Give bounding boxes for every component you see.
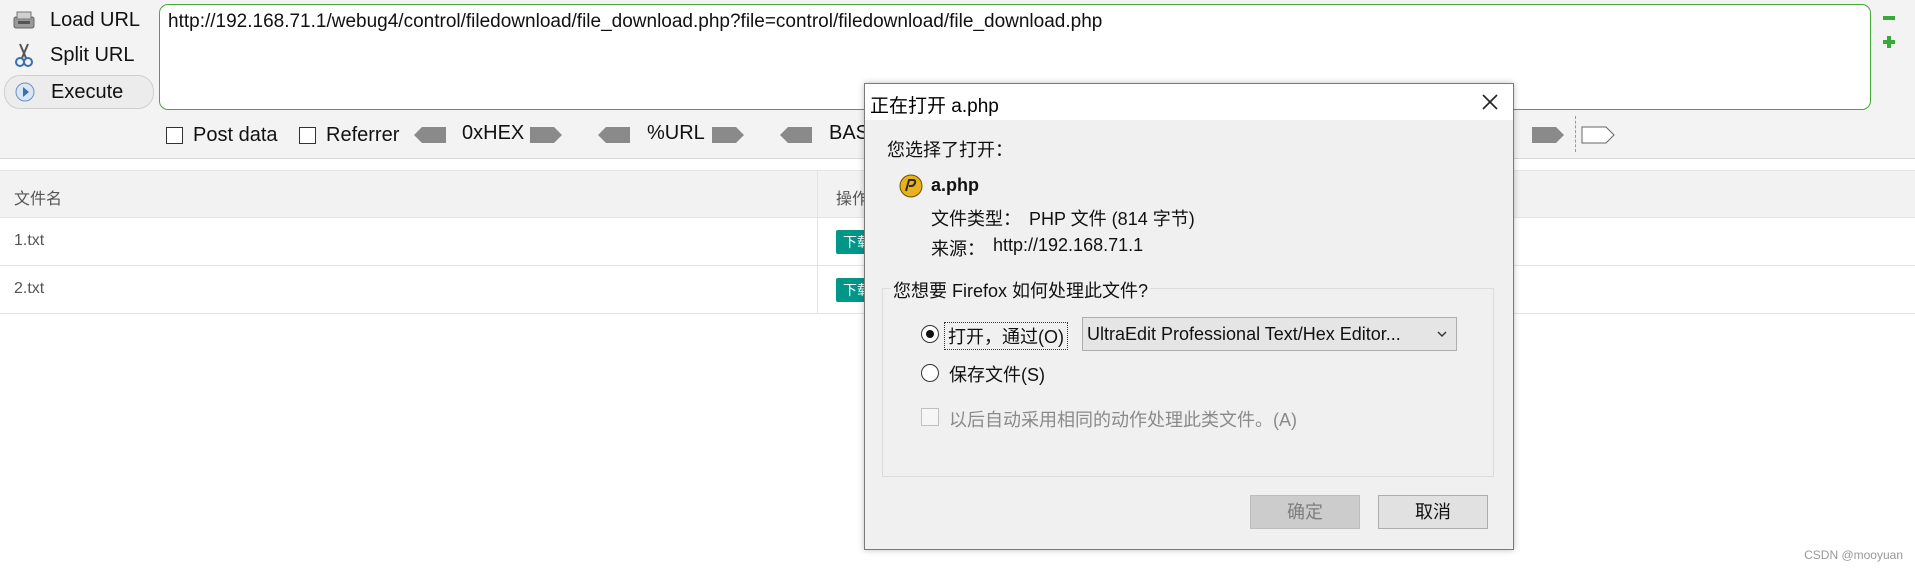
cancel-button[interactable]: 取消 [1378,495,1488,529]
handle-prompt: 您想要 Firefox 如何处理此文件? [891,277,1151,303]
dialog-title: 正在打开 a.php [870,96,999,117]
load-url-label: Load URL [50,8,141,31]
expand-icon[interactable] [1883,36,1895,48]
more-arrow-icon[interactable] [1580,124,1616,146]
url-decode-arrow-icon[interactable] [596,124,632,146]
load-url-icon [10,6,38,34]
selected-prompt: 您选择了打开： [887,140,1013,160]
open-with-radio[interactable] [921,325,939,343]
post-data-toggle[interactable]: Post data [166,122,278,148]
file-name: a.php [931,175,979,195]
save-file-label[interactable]: 保存文件(S) [949,361,1045,387]
column-divider [817,218,818,265]
dialog-titlebar: 正在打开 a.php [865,84,1513,120]
watermark: CSDN @mooyuan [1804,548,1903,562]
open-file-dialog: 正在打开 a.php 您选择了打开： a.php 文件类型： PHP 文件 (8… [864,83,1514,550]
column-divider [817,171,818,217]
play-icon [11,78,39,106]
file-type-value: PHP 文件 (814 字节) [1029,209,1195,229]
scissors-icon [10,41,38,69]
open-with-app-select[interactable]: UltraEdit Professional Text/Hex Editor..… [1082,317,1457,351]
file-name: 2.txt [14,280,45,297]
auto-action-label: 以后自动采用相同的动作处理此类文件。(A) [949,410,1297,430]
hex-encode-arrow-icon[interactable] [528,124,564,146]
open-with-label[interactable]: 打开，通过(O) [944,322,1068,350]
column-divider [817,266,818,313]
file-type-label: 文件类型： [931,209,1021,229]
save-file-radio[interactable] [921,364,939,382]
execute-button[interactable]: Execute [4,75,154,109]
referrer-label: Referrer [326,123,400,146]
source-label: 来源： [931,239,985,259]
file-name: 1.txt [14,232,45,249]
load-url-button[interactable]: Load URL [4,4,152,36]
base64-decode-arrow-icon[interactable] [778,124,814,146]
split-url-button[interactable]: Split URL [4,39,152,71]
column-header-filename: 文件名 [14,191,63,208]
post-data-label: Post data [193,123,278,146]
hex-decode-arrow-icon[interactable] [412,124,448,146]
hex-label: 0xHEX [462,122,525,144]
chevron-down-icon [1437,331,1447,337]
url-encode-arrow-icon[interactable] [710,124,746,146]
encode-arrow-icon[interactable] [1530,124,1566,146]
execute-label: Execute [51,80,124,103]
ok-button[interactable]: 确定 [1250,495,1360,529]
split-url-label: Split URL [50,43,135,66]
auto-action-checkbox[interactable] [921,408,939,426]
url-text: http://192.168.71.1/webug4/control/filed… [168,11,1103,32]
urlenc-label: %URL [647,122,705,144]
php-file-icon [899,174,923,198]
collapse-icon[interactable] [1883,12,1895,24]
source-value: http://192.168.71.1 [993,235,1144,255]
toolbar-divider [1575,116,1576,152]
referrer-toggle[interactable]: Referrer [299,122,399,148]
close-icon[interactable] [1479,91,1501,113]
open-with-app-value: UltraEdit Professional Text/Hex Editor..… [1087,324,1401,344]
post-data-checkbox[interactable] [166,126,183,144]
referrer-checkbox[interactable] [299,126,316,144]
